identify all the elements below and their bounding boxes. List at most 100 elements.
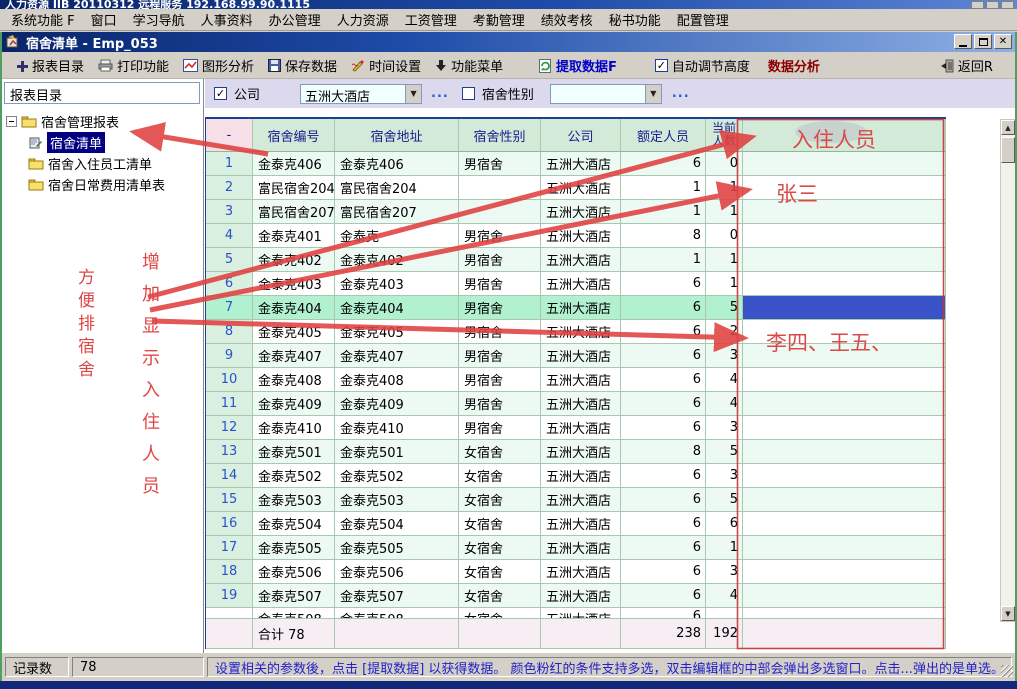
cell-company[interactable]: 五洲大酒店 xyxy=(541,152,621,176)
cell-quota[interactable]: 6 xyxy=(621,296,706,320)
table-row[interactable]: 15金泰克503金泰克503女宿舍五洲大酒店65 xyxy=(206,488,946,512)
cell-occupants[interactable] xyxy=(743,536,946,560)
cell-row-number[interactable]: 17 xyxy=(206,536,253,560)
cell-dorm-code[interactable]: 金泰克410 xyxy=(253,416,335,440)
company-ellipsis-button[interactable]: ... xyxy=(431,86,449,101)
cell-dorm-gender[interactable]: 男宿舍 xyxy=(459,152,541,176)
cell-dorm-address[interactable]: 金泰克501 xyxy=(335,440,459,464)
cell-dorm-address[interactable]: 金泰克404 xyxy=(335,296,459,320)
report-directory-button[interactable]: 报表目录 xyxy=(10,54,90,77)
cell-company[interactable]: 五洲大酒店 xyxy=(541,512,621,536)
cell-dorm-address[interactable]: 金泰克502 xyxy=(335,464,459,488)
table-row[interactable]: 4金泰克401金泰克男宿舍五洲大酒店80 xyxy=(206,224,946,248)
table-row[interactable]: 8金泰克405金泰克405男宿舍五洲大酒店62 xyxy=(206,320,946,344)
auto-height-toggle[interactable]: ✓ 自动调节高度 xyxy=(649,54,756,77)
cell-current[interactable]: 5 xyxy=(706,488,743,512)
cell-quota[interactable]: 6 xyxy=(621,272,706,296)
cell-current[interactable]: 3 xyxy=(706,464,743,488)
cell-dorm-gender[interactable]: 女宿舍 xyxy=(459,608,541,619)
cell-company[interactable]: 五洲大酒店 xyxy=(541,248,621,272)
cell-current[interactable]: 1 xyxy=(706,248,743,272)
cell-company[interactable]: 五洲大酒店 xyxy=(541,584,621,608)
menu-item[interactable]: 人力资源 xyxy=(329,8,397,31)
cell-dorm-gender[interactable]: 女宿舍 xyxy=(459,464,541,488)
gender-ellipsis-button[interactable]: ... xyxy=(672,86,690,101)
cell-row-number[interactable]: 12 xyxy=(206,416,253,440)
chevron-down-icon[interactable]: ▼ xyxy=(405,85,421,103)
cell-occupants[interactable] xyxy=(743,368,946,392)
cell-dorm-address[interactable]: 金泰克408 xyxy=(335,368,459,392)
cell-dorm-code[interactable]: 金泰克409 xyxy=(253,392,335,416)
app-maximize-button[interactable] xyxy=(986,1,999,9)
auto-height-checkbox[interactable]: ✓ xyxy=(655,59,668,72)
cell-current[interactable]: 0 xyxy=(706,152,743,176)
cell-dorm-gender[interactable]: 女宿舍 xyxy=(459,536,541,560)
cell-company[interactable]: 五洲大酒店 xyxy=(541,224,621,248)
cell-company[interactable]: 五洲大酒店 xyxy=(541,608,621,619)
cell-current[interactable]: 3 xyxy=(706,416,743,440)
cell-dorm-gender[interactable]: 女宿舍 xyxy=(459,440,541,464)
cell-occupants[interactable] xyxy=(743,200,946,224)
cell-dorm-gender[interactable]: 女宿舍 xyxy=(459,488,541,512)
cell-dorm-code[interactable]: 金泰克506 xyxy=(253,560,335,584)
cell-company[interactable]: 五洲大酒店 xyxy=(541,392,621,416)
cell-row-number[interactable]: 10 xyxy=(206,368,253,392)
table-row[interactable]: 3富民宿舍207富民宿舍207五洲大酒店11 xyxy=(206,200,946,224)
scrollbar-thumb[interactable] xyxy=(1001,137,1015,163)
cell-current[interactable]: 5 xyxy=(706,296,743,320)
table-row[interactable]: 16金泰克504金泰克504女宿舍五洲大酒店66 xyxy=(206,512,946,536)
cell-dorm-code[interactable]: 金泰克502 xyxy=(253,464,335,488)
cell-company[interactable]: 五洲大酒店 xyxy=(541,368,621,392)
cell-dorm-code[interactable]: 金泰克507 xyxy=(253,584,335,608)
cell-dorm-gender[interactable] xyxy=(459,200,541,224)
cell-dorm-code[interactable]: 金泰克503 xyxy=(253,488,335,512)
cell-row-number[interactable]: 2 xyxy=(206,176,253,200)
menu-item[interactable]: 绩效考核 xyxy=(533,8,601,31)
cell-occupants[interactable] xyxy=(743,512,946,536)
cell-occupants[interactable] xyxy=(743,608,946,619)
cell-current[interactable]: 6 xyxy=(706,512,743,536)
cell-row-number[interactable] xyxy=(206,608,253,619)
cell-row-number[interactable]: 5 xyxy=(206,248,253,272)
cell-current[interactable]: 3 xyxy=(706,344,743,368)
cell-occupants[interactable] xyxy=(743,272,946,296)
cell-quota[interactable]: 8 xyxy=(621,224,706,248)
cell-current[interactable]: 1 xyxy=(706,272,743,296)
cell-quota[interactable]: 8 xyxy=(621,440,706,464)
cell-row-number[interactable]: 4 xyxy=(206,224,253,248)
cell-dorm-code[interactable]: 金泰克405 xyxy=(253,320,335,344)
cell-dorm-address[interactable]: 金泰克403 xyxy=(335,272,459,296)
cell-dorm-gender[interactable]: 男宿舍 xyxy=(459,416,541,440)
extract-data-button[interactable]: 提取数据F xyxy=(532,54,623,77)
cell-quota[interactable]: 1 xyxy=(621,248,706,272)
cell-row-number[interactable]: 14 xyxy=(206,464,253,488)
menu-item[interactable]: 人事资料 xyxy=(193,8,261,31)
cell-dorm-address[interactable]: 金泰克505 xyxy=(335,536,459,560)
cell-quota[interactable]: 6 xyxy=(621,536,706,560)
data-analysis-button[interactable]: 数据分析 xyxy=(762,54,826,77)
cell-row-number[interactable]: 9 xyxy=(206,344,253,368)
cell-quota[interactable]: 6 xyxy=(621,584,706,608)
cell-occupants[interactable] xyxy=(743,464,946,488)
cell-quota[interactable]: 6 xyxy=(621,560,706,584)
cell-quota[interactable]: 6 xyxy=(621,152,706,176)
cell-dorm-code[interactable]: 金泰克403 xyxy=(253,272,335,296)
table-row[interactable]: 5金泰克402金泰克402男宿舍五洲大酒店11 xyxy=(206,248,946,272)
menu-item[interactable]: 工资管理 xyxy=(397,8,465,31)
table-row[interactable]: 6金泰克403金泰克403男宿舍五洲大酒店61 xyxy=(206,272,946,296)
cell-company[interactable]: 五洲大酒店 xyxy=(541,536,621,560)
window-maximize-button[interactable] xyxy=(974,34,992,49)
function-menu-button[interactable]: 功能菜单 xyxy=(429,54,509,77)
cell-occupants[interactable] xyxy=(743,344,946,368)
menu-item[interactable]: 窗口 xyxy=(83,8,125,31)
table-row[interactable]: 14金泰克502金泰克502女宿舍五洲大酒店63 xyxy=(206,464,946,488)
cell-occupants[interactable] xyxy=(743,392,946,416)
save-data-button[interactable]: 保存数据 xyxy=(262,54,343,77)
tree-item[interactable]: 宿舍入住员工清单 xyxy=(6,153,200,174)
cell-occupants[interactable] xyxy=(743,440,946,464)
cell-current[interactable]: 5 xyxy=(706,440,743,464)
table-row[interactable]: 17金泰克505金泰克505女宿舍五洲大酒店61 xyxy=(206,536,946,560)
cell-dorm-code[interactable]: 富民宿舍207 xyxy=(253,200,335,224)
cell-dorm-gender[interactable]: 女宿舍 xyxy=(459,584,541,608)
cell-row-number[interactable]: 3 xyxy=(206,200,253,224)
